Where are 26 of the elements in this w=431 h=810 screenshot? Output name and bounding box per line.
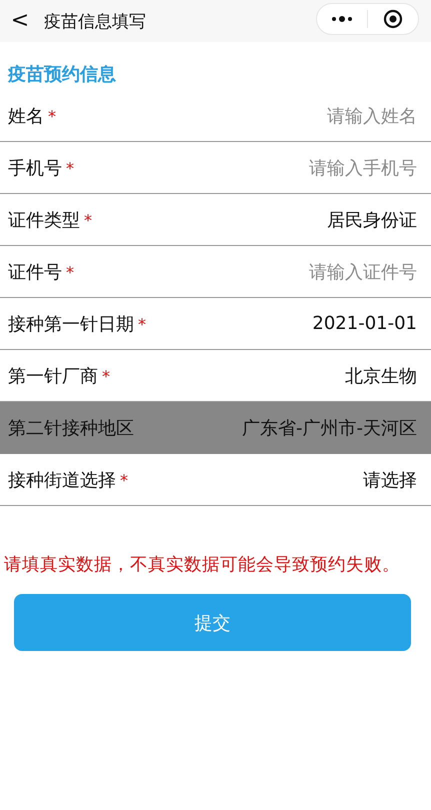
field-label: 证件类型 bbox=[8, 210, 80, 230]
required-mark: * bbox=[48, 106, 56, 126]
page-title: 疫苗信息填写 bbox=[44, 10, 147, 32]
picker-value[interactable]: 居民身份证 bbox=[327, 208, 417, 232]
field-label: 接种街道选择 bbox=[8, 470, 116, 490]
required-mark: * bbox=[66, 158, 74, 178]
more-icon[interactable] bbox=[331, 16, 353, 22]
field-label: 第二针接种地区 bbox=[8, 418, 134, 438]
required-mark: * bbox=[102, 366, 110, 386]
section-title: 疫苗预约信息 bbox=[6, 63, 117, 87]
picker-value[interactable]: 北京生物 bbox=[345, 364, 417, 388]
warning-text: 请填真实数据，不真实数据可能会导致预约失败。 bbox=[3, 554, 401, 576]
field-label: 手机号 bbox=[8, 158, 62, 178]
field-label: 第一针厂商 bbox=[8, 366, 98, 386]
required-mark: * bbox=[84, 210, 92, 230]
picker-value[interactable]: 请选择 bbox=[363, 468, 417, 492]
required-mark: * bbox=[66, 262, 74, 282]
picker-value[interactable]: 2021-01-01 bbox=[312, 313, 417, 334]
required-mark: * bbox=[138, 314, 146, 334]
field-label: 接种第一针日期 bbox=[8, 314, 134, 334]
field-label: 证件号 bbox=[8, 262, 62, 282]
required-mark: * bbox=[120, 470, 128, 490]
field-label: 姓名 bbox=[8, 106, 44, 126]
close-icon[interactable] bbox=[383, 9, 403, 29]
back-button[interactable]: < bbox=[10, 10, 30, 32]
picker-value[interactable]: 广东省-广州市-天河区 bbox=[242, 416, 417, 440]
